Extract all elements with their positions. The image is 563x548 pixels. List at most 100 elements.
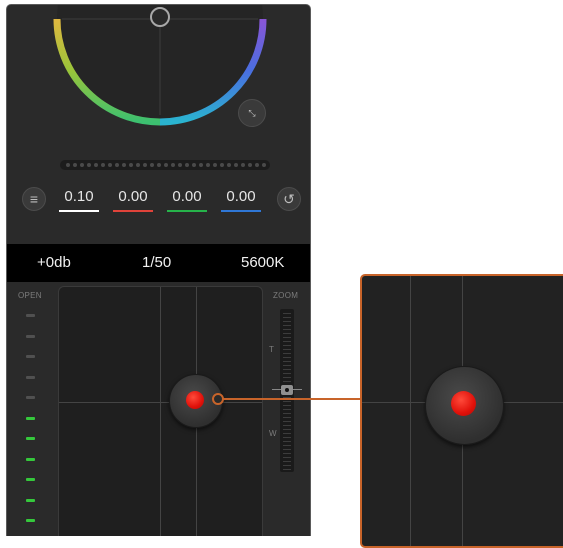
reset-icon[interactable]: ↺ <box>277 187 301 211</box>
iris-led <box>26 314 35 317</box>
zoom-tick <box>283 369 291 370</box>
slider-dot <box>241 163 245 167</box>
slider-dot <box>143 163 147 167</box>
slider-dot <box>248 163 252 167</box>
zoom-tick <box>283 333 291 334</box>
zoom-tick <box>283 377 291 378</box>
iris-led <box>26 375 35 379</box>
white-balance-value[interactable]: 5600K <box>241 254 284 271</box>
zoom-tick <box>283 325 291 326</box>
slider-dot <box>227 163 231 167</box>
gain-value[interactable]: +0db <box>37 254 71 271</box>
magnified-joystick-knob <box>451 391 476 416</box>
menu-icon[interactable]: ≡ <box>22 187 46 211</box>
iris-led <box>26 396 35 399</box>
slider-dot <box>213 163 217 167</box>
slider-dot <box>255 163 259 167</box>
zoom-tick <box>283 345 291 346</box>
iris-led <box>26 519 35 522</box>
expand-icon[interactable]: ⤡ <box>238 99 266 127</box>
zoom-tick <box>283 361 291 362</box>
underline-green <box>167 210 207 212</box>
slider-dot <box>199 163 203 167</box>
value-lift-red[interactable]: 0.00 <box>113 188 153 205</box>
zoom-tick <box>283 409 291 410</box>
slider-dot <box>115 163 119 167</box>
zoom-tele-label: T <box>269 345 275 354</box>
slider-dot <box>178 163 182 167</box>
callout-connector <box>218 398 361 400</box>
pad-grid-h <box>59 402 262 403</box>
zoom-tick <box>283 465 291 466</box>
pad-grid-v1 <box>160 287 161 536</box>
wheel-handle[interactable] <box>150 7 170 27</box>
slider-dot <box>136 163 140 167</box>
slider-dot <box>108 163 112 167</box>
zoom-tick <box>283 461 291 462</box>
underline-red <box>113 210 153 212</box>
zoom-tick <box>283 381 291 382</box>
zoom-tick <box>283 353 291 354</box>
iris-led <box>26 416 35 420</box>
slider-dot <box>171 163 175 167</box>
zoom-grid-v1 <box>410 276 411 546</box>
zoom-tick <box>283 341 291 342</box>
slider-dot <box>122 163 126 167</box>
iris-led <box>26 355 35 358</box>
zoom-tick <box>283 421 291 422</box>
slider-dot <box>129 163 133 167</box>
slider-dot <box>206 163 210 167</box>
slider-dot <box>101 163 105 167</box>
zoom-tick <box>283 449 291 450</box>
zoom-tick <box>283 453 291 454</box>
value-lift-master[interactable]: 0.10 <box>59 188 99 205</box>
iris-led <box>26 498 35 502</box>
zoom-tick <box>283 405 291 406</box>
iris-led <box>26 478 35 481</box>
zoom-tick <box>283 317 291 318</box>
zoom-slider-handle[interactable] <box>281 385 293 395</box>
slider-dot <box>164 163 168 167</box>
zoom-tick <box>283 329 291 330</box>
zoom-tick <box>283 417 291 418</box>
balance-slider-track[interactable] <box>60 160 270 170</box>
zoom-tick <box>283 313 291 314</box>
shutter-value[interactable]: 1/50 <box>142 254 171 271</box>
zoom-tick <box>283 429 291 430</box>
slider-dot <box>66 163 70 167</box>
iris-led <box>26 457 35 461</box>
zoom-tick <box>283 321 291 322</box>
zoom-tick <box>283 437 291 438</box>
color-wheel[interactable] <box>7 5 310 155</box>
value-lift-blue[interactable]: 0.00 <box>221 188 261 205</box>
zoom-tick <box>283 433 291 434</box>
zoom-tick <box>283 413 291 414</box>
slider-dot <box>80 163 84 167</box>
camera-settings-bar: +0db 1/50 5600K <box>7 244 310 282</box>
slider-dot <box>220 163 224 167</box>
joystick-magnified-view <box>360 274 563 548</box>
zoom-tick <box>283 457 291 458</box>
zoom-tick <box>283 349 291 350</box>
zoom-tick <box>283 365 291 366</box>
value-lift-green[interactable]: 0.00 <box>167 188 207 205</box>
iris-label: OPEN <box>18 291 42 300</box>
zoom-wide-label: W <box>269 429 277 438</box>
slider-dot <box>192 163 196 167</box>
zoom-label: ZOOM <box>273 291 299 300</box>
zoom-tick <box>283 469 291 470</box>
underline-blue <box>221 210 261 212</box>
zoom-tick <box>283 445 291 446</box>
iris-joystick-knob[interactable] <box>186 391 204 409</box>
iris-control-pad[interactable] <box>58 286 263 536</box>
zoom-tick <box>283 401 291 402</box>
zoom-tick <box>283 357 291 358</box>
slider-dot <box>234 163 238 167</box>
zoom-tick <box>283 373 291 374</box>
iris-led <box>26 334 35 338</box>
slider-dot <box>157 163 161 167</box>
slider-dot <box>150 163 154 167</box>
slider-dot <box>94 163 98 167</box>
underline-master <box>59 210 99 212</box>
callout-anchor <box>212 393 224 405</box>
